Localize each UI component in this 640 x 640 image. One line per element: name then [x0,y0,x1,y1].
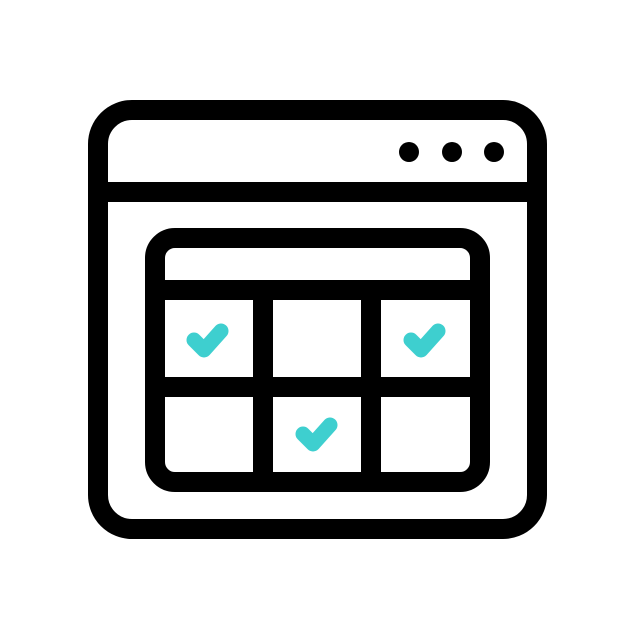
check-icon [295,417,338,452]
window-dot-icon [442,142,462,162]
icon-canvas [0,0,640,640]
browser-calendar-icon [88,100,547,539]
check-icon [186,323,229,358]
window-dot-icon [484,142,504,162]
check-icon [403,323,446,358]
window-dot-icon [399,142,419,162]
window-controls [399,142,504,162]
